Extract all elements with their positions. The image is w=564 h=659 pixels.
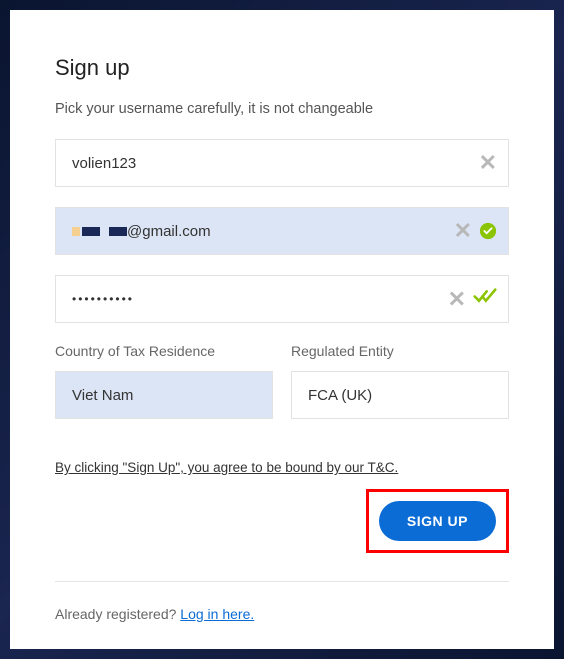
password-masked: •••••••••• — [72, 292, 134, 306]
double-check-icon — [473, 288, 497, 311]
email-input[interactable]: @gmail.com — [55, 207, 509, 255]
email-icons: ✕ — [454, 220, 497, 242]
two-column-row: Country of Tax Residence Viet Nam Regula… — [55, 343, 509, 419]
email-suffix: @gmail.com — [127, 223, 211, 240]
page-title: Sign up — [55, 55, 509, 81]
country-label: Country of Tax Residence — [55, 343, 273, 359]
username-icons: ✕ — [479, 152, 497, 174]
username-field-wrap: ✕ — [55, 139, 509, 187]
footer-text: Already registered? Log in here. — [55, 606, 509, 622]
clear-icon[interactable]: ✕ — [448, 288, 466, 310]
highlight-box: SIGN UP — [366, 489, 509, 553]
entity-column: Regulated Entity FCA (UK) — [291, 343, 509, 419]
email-field-wrap: @gmail.com ✕ — [55, 207, 509, 255]
country-column: Country of Tax Residence Viet Nam — [55, 343, 273, 419]
divider — [55, 581, 509, 582]
username-input[interactable] — [55, 139, 509, 187]
subtitle-text: Pick your username carefully, it is not … — [55, 101, 509, 117]
entity-label: Regulated Entity — [291, 343, 509, 359]
terms-link[interactable]: By clicking "Sign Up", you agree to be b… — [55, 460, 398, 475]
button-row: SIGN UP — [55, 489, 509, 553]
password-input[interactable]: •••••••••• — [55, 275, 509, 323]
entity-value: FCA (UK) — [308, 387, 372, 404]
password-field-wrap: •••••••••• ✕ — [55, 275, 509, 323]
signup-card: Sign up Pick your username carefully, it… — [10, 10, 554, 649]
country-value: Viet Nam — [72, 387, 133, 404]
login-link[interactable]: Log in here. — [180, 606, 254, 622]
signup-button[interactable]: SIGN UP — [379, 501, 496, 541]
footer-prefix: Already registered? — [55, 606, 180, 622]
email-redacted — [72, 227, 127, 236]
clear-icon[interactable]: ✕ — [454, 220, 472, 242]
password-icons: ✕ — [448, 288, 497, 311]
check-circle-icon — [479, 222, 497, 240]
entity-select[interactable]: FCA (UK) — [291, 371, 509, 419]
clear-icon[interactable]: ✕ — [479, 152, 497, 174]
country-select[interactable]: Viet Nam — [55, 371, 273, 419]
